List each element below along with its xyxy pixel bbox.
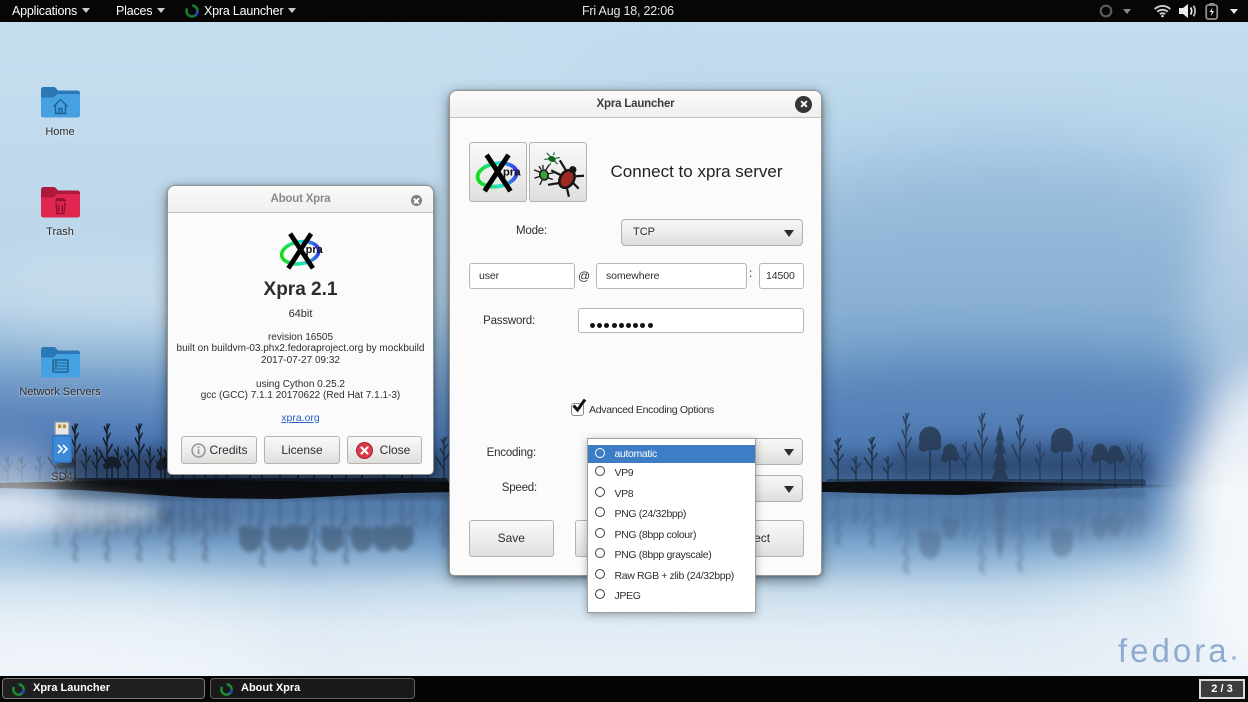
svg-text:pra: pra [503, 166, 521, 178]
svg-text:pra: pra [306, 244, 324, 256]
svg-text:fedora: fedora [1118, 632, 1230, 669]
